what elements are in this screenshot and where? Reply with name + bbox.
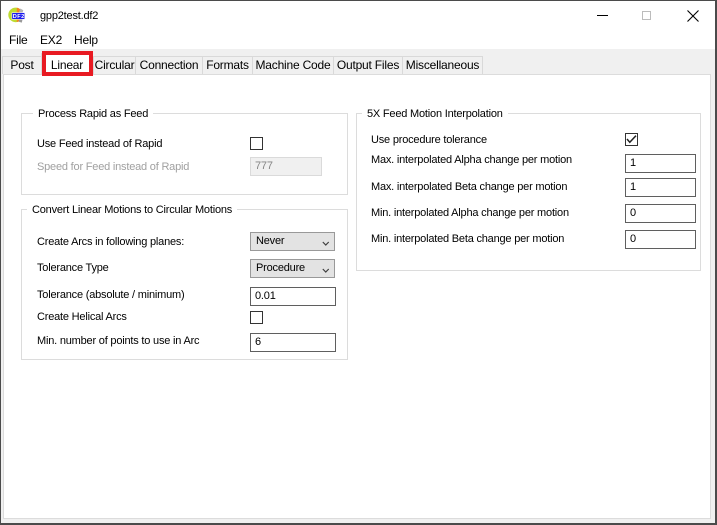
svg-text:DF2: DF2 xyxy=(13,14,25,20)
